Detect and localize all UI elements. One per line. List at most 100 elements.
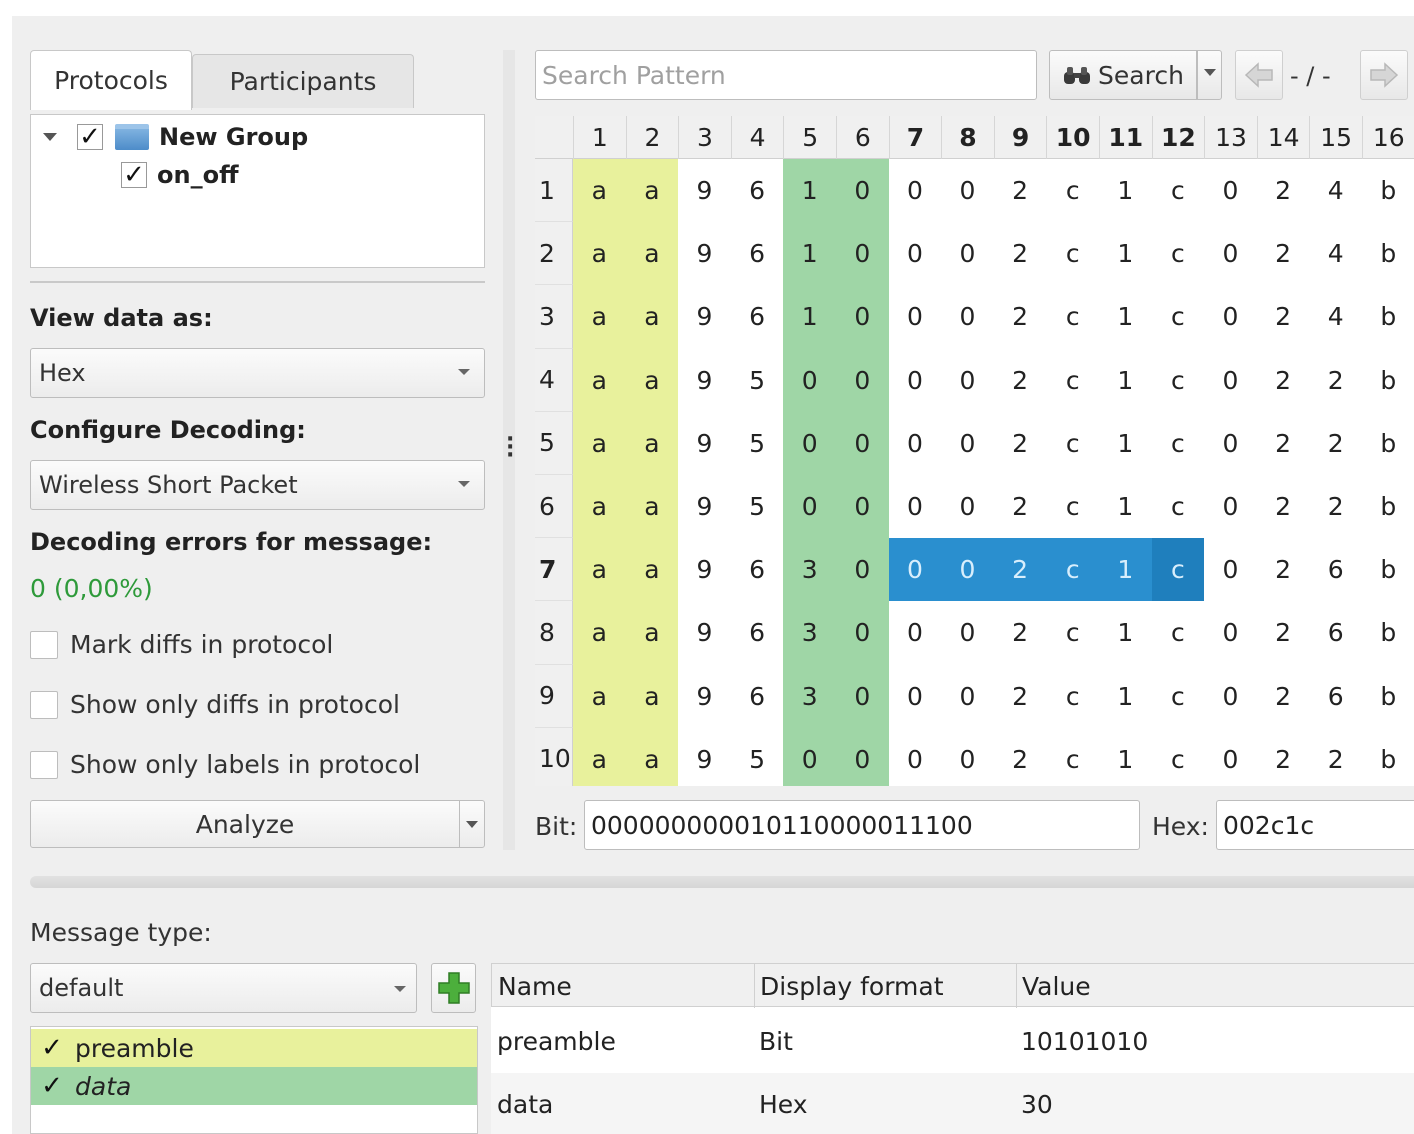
table-cell[interactable]: 1 [1099,728,1152,786]
table-cell[interactable]: c [1046,349,1099,412]
table-cell[interactable]: 0 [1204,285,1257,348]
table-cell[interactable]: 2 [994,159,1047,222]
search-input[interactable]: Search Pattern [535,50,1037,100]
table-cell[interactable]: 0 [888,538,942,602]
table-cell[interactable]: 0 [836,601,889,665]
table-cell[interactable]: a [625,664,679,728]
expand-arrow-icon[interactable] [43,133,57,141]
table-cell[interactable]: 2 [1309,728,1362,786]
table-cell[interactable]: 1 [1099,665,1152,728]
table-cell[interactable]: 6 [1309,665,1362,728]
table-cell[interactable]: 0 [941,601,994,664]
table-cell[interactable]: 2 [1309,475,1362,538]
tree-group-row[interactable]: ✓ New Group [41,122,308,152]
table-cell[interactable]: 3 [783,538,836,602]
table-cell[interactable]: 0 [889,728,942,786]
table-cell[interactable]: b [1362,412,1414,475]
table-cell[interactable]: 2 [1309,412,1362,475]
table-cell[interactable]: 1 [1099,222,1152,285]
table-cell[interactable]: 0 [889,412,942,475]
table-cell[interactable]: 1 [1099,475,1152,538]
table-cell[interactable]: 0 [783,475,836,539]
table-cell[interactable]: a [625,601,679,665]
column-header[interactable]: 10 [1046,116,1099,159]
table-cell[interactable]: 0 [836,475,889,539]
table-cell[interactable]: c [1151,538,1205,602]
table-cell[interactable]: 2 [994,601,1047,664]
table-cell[interactable]: 0 [941,285,994,348]
column-header[interactable]: 12 [1151,116,1205,159]
table-cell[interactable]: c [1152,285,1205,348]
configure-decoding-select[interactable]: Wireless Short Packet [30,460,485,510]
checkbox-box[interactable] [30,750,58,779]
table-cell[interactable]: 0 [889,349,942,412]
table-cell[interactable]: 3 [783,664,836,728]
mark-diffs-checkbox[interactable]: Mark diffs in protocol [30,630,333,659]
table-cell[interactable]: 0 [836,411,889,475]
table-cell[interactable]: b [1362,159,1414,222]
table-cell[interactable]: a [573,348,626,412]
table-cell[interactable]: 0 [1204,538,1257,601]
table-cell[interactable]: 2 [1257,159,1310,222]
table-cell[interactable]: 0 [1204,159,1257,222]
table-cell[interactable]: 1 [783,222,836,286]
table-cell[interactable]: c [1046,665,1099,728]
cell-display-format[interactable]: Bit [753,1010,793,1073]
table-cell[interactable]: 2 [1257,538,1310,601]
table-cell[interactable]: c [1046,285,1099,348]
row-header[interactable]: 1 [535,159,573,223]
label-list-item-data[interactable]: ✓ data [31,1067,477,1105]
table-cell[interactable]: 0 [889,475,942,538]
table-cell[interactable]: 1 [1099,349,1152,412]
view-data-as-select[interactable]: Hex [30,348,485,398]
table-cell[interactable]: c [1046,475,1099,538]
table-cell[interactable]: c [1046,412,1099,475]
table-row[interactable]: data Hex 30 [491,1073,1414,1134]
table-cell[interactable]: a [625,475,679,539]
table-cell[interactable]: 6 [731,601,784,664]
checkbox-box[interactable] [30,690,58,719]
table-cell[interactable]: 0 [783,348,836,412]
check-icon[interactable]: ✓ [39,1071,65,1101]
table-cell[interactable]: 2 [1257,222,1310,285]
message-type-select[interactable]: default [30,963,417,1013]
search-dropdown-button[interactable] [1197,50,1222,100]
column-header[interactable]: 1 [573,116,626,159]
column-header[interactable]: 5 [783,116,836,159]
table-cell[interactable]: 9 [678,349,731,412]
table-cell[interactable]: 2 [994,728,1047,786]
table-cell[interactable]: 0 [889,601,942,664]
table-cell[interactable]: 2 [994,222,1047,285]
column-header-display-format[interactable]: Display format [754,964,1016,1008]
table-cell[interactable]: 1 [783,159,836,223]
column-header[interactable]: 2 [625,116,679,159]
table-cell[interactable]: 6 [731,222,784,285]
label-list-item-preamble[interactable]: ✓ preamble [31,1029,477,1067]
table-cell[interactable]: 0 [1204,222,1257,285]
bit-value-field[interactable]: 000000000010110000011100 [584,800,1140,850]
show-only-labels-checkbox[interactable]: Show only labels in protocol [30,750,420,779]
table-cell[interactable]: 0 [1204,728,1257,786]
table-cell[interactable]: a [625,159,679,223]
table-cell[interactable]: 0 [783,727,836,786]
table-cell[interactable]: 0 [941,412,994,475]
table-cell[interactable]: 5 [731,475,784,538]
table-cell[interactable]: 5 [731,412,784,475]
row-header[interactable]: 7 [535,538,573,602]
table-cell[interactable]: 6 [731,285,784,348]
table-cell[interactable]: 2 [1257,475,1310,538]
table-cell[interactable]: 9 [678,412,731,475]
table-cell[interactable]: 0 [1204,665,1257,728]
table-cell[interactable]: c [1152,412,1205,475]
analyze-button[interactable]: Analyze [30,800,460,848]
row-header[interactable]: 5 [535,411,573,475]
table-cell[interactable]: 0 [889,159,942,222]
column-header[interactable]: 13 [1204,116,1257,159]
table-cell[interactable]: 2 [1257,665,1310,728]
table-cell[interactable]: 9 [678,665,731,728]
table-cell[interactable]: 0 [889,665,942,728]
table-cell[interactable]: 0 [889,222,942,285]
table-cell[interactable]: c [1046,728,1099,786]
table-cell[interactable]: 5 [731,349,784,412]
table-cell[interactable]: 0 [836,348,889,412]
